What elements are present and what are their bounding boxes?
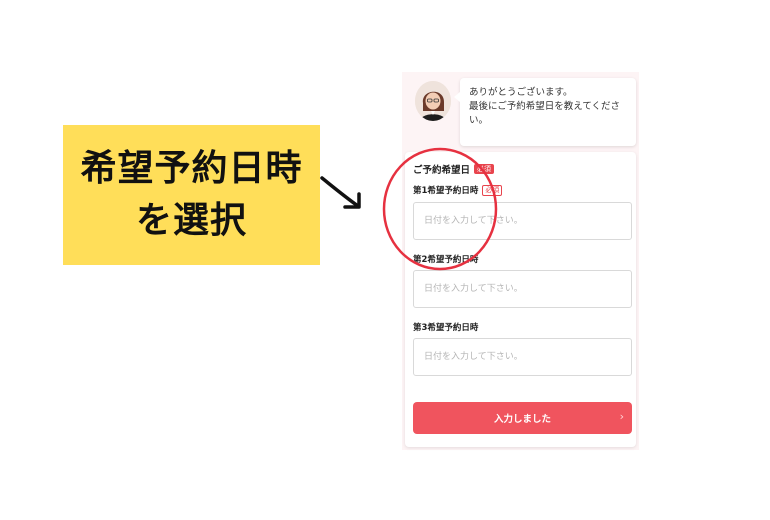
required-badge: 必須 bbox=[474, 164, 495, 174]
submit-button[interactable]: 入力しました › bbox=[413, 402, 632, 434]
arrow-right-icon bbox=[320, 176, 361, 209]
instruction-callout: 希望予約日時 を選択 bbox=[63, 125, 320, 265]
field-label-2-text: 第2希望予約日時 bbox=[413, 255, 479, 265]
date-input-1[interactable] bbox=[413, 202, 632, 240]
field-label-3-text: 第3希望予約日時 bbox=[413, 323, 479, 333]
date-input-2[interactable] bbox=[413, 270, 632, 308]
callout-line-2: を選択 bbox=[135, 200, 247, 241]
operator-avatar-icon bbox=[415, 81, 451, 121]
field-label-1: 第1希望予約日時 必須 bbox=[413, 184, 503, 196]
field-label-3: 第3希望予約日時 bbox=[413, 321, 478, 333]
chat-form-panel: ありがとうございます。 最後にご予約希望日を教えてください。 ご予約希望日 必須… bbox=[402, 72, 639, 450]
field-1-required-badge: 必須 bbox=[482, 184, 503, 196]
reservation-form: ご予約希望日 必須 第1希望予約日時 必須 第2希望予約日時 第3希望予約日時 … bbox=[405, 152, 636, 447]
chevron-right-icon: › bbox=[619, 410, 624, 423]
submit-button-label: 入力しました bbox=[493, 414, 551, 425]
field-label-2: 第2希望予約日時 bbox=[413, 253, 478, 265]
field-label-1-text: 第1希望予約日時 bbox=[413, 186, 479, 196]
chat-message: ありがとうございます。 最後にご予約希望日を教えてください。 bbox=[469, 87, 621, 126]
section-title: ご予約希望日 必須 bbox=[413, 162, 495, 176]
chat-bubble: ありがとうございます。 最後にご予約希望日を教えてください。 bbox=[454, 78, 636, 146]
date-input-3[interactable] bbox=[413, 338, 632, 376]
section-title-text: ご予約希望日 bbox=[413, 165, 471, 176]
callout-line-1: 希望予約日時 bbox=[80, 148, 303, 189]
